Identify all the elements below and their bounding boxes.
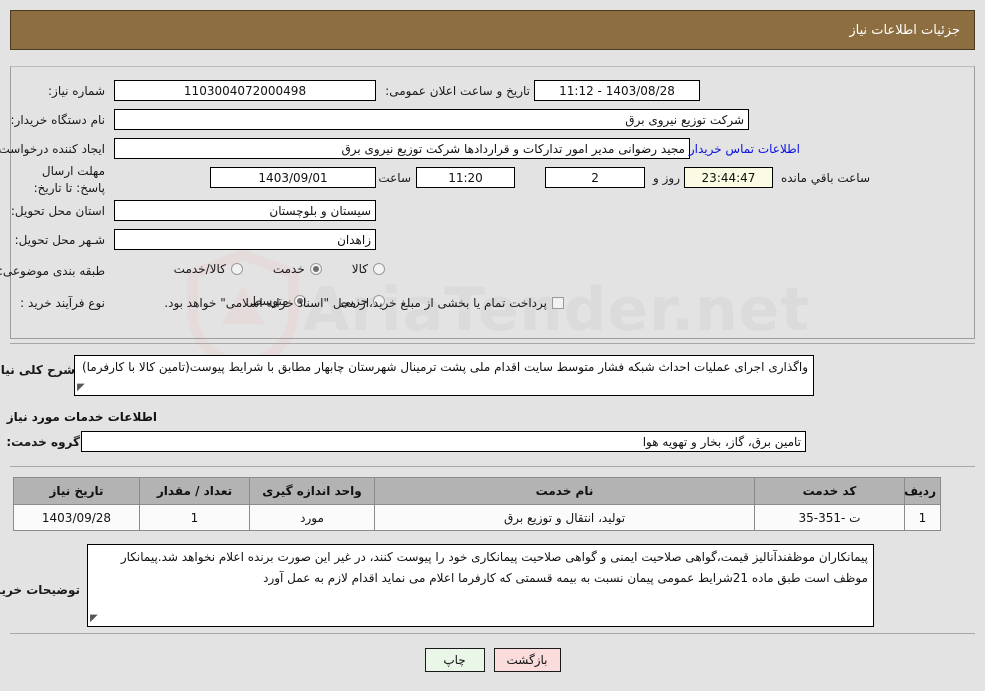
radio-option-kala-label: کالا	[351, 262, 368, 276]
radio-option-kala[interactable]: کالا	[352, 262, 385, 276]
th-index: ردیف	[904, 477, 941, 505]
th-date: تاریخ نیاز	[13, 477, 140, 505]
need-summary-textarea[interactable]: واگذاری اجرای عملیات احداث شبکه فشار متو…	[74, 355, 814, 396]
table-row: 1 ت -351-35 تولید، انتقال و توزیع برق مو…	[13, 504, 941, 531]
buyer-notes-label: توضیحات خریدار:	[0, 583, 80, 597]
radio-kala-khedmat-icon[interactable]	[230, 263, 243, 275]
need-number-label: شماره نیاز:	[48, 84, 105, 98]
services-table-wrap: ردیف کد خدمت نام خدمت واحد اندازه گیری ت…	[13, 477, 941, 531]
delivery-province-label: استان محل تحویل:	[10, 204, 105, 218]
purchase-process-label: نوع فرآیند خرید :	[20, 296, 105, 310]
need-summary-label: شرح کلی نیاز:	[0, 363, 75, 377]
buyer-notes-text: پیمانکاران موظفندآنالیز قیمت،گواهی صلاحی…	[120, 550, 868, 585]
page-root: AriaTender.net جزئیات اطلاعات نیاز شماره…	[0, 0, 985, 691]
need-summary-text: واگذاری اجرای عملیات احداث شبکه فشار متو…	[81, 360, 808, 374]
subject-category-label: طبقه بندی موضوعی:	[0, 264, 105, 278]
services-section-title: اطلاعات خدمات مورد نیاز	[6, 410, 157, 424]
cell-index: 1	[904, 504, 941, 531]
table-header-row: ردیف کد خدمت نام خدمت واحد اندازه گیری ت…	[13, 477, 941, 505]
radio-option-khedmat-label: خدمت	[272, 262, 305, 276]
page-header-bar: جزئیات اطلاعات نیاز	[10, 10, 975, 50]
treasury-docs-checkbox-icon[interactable]	[552, 297, 564, 309]
buyer-org-label: نام دستگاه خریدار:	[10, 113, 106, 127]
th-unit: واحد اندازه گیری	[249, 477, 375, 505]
resize-grip-icon-notes[interactable]: ◥	[90, 613, 102, 625]
cell-unit: مورد	[249, 504, 375, 531]
cell-code: ت -351-35	[754, 504, 905, 531]
th-quantity: تعداد / مقدار	[139, 477, 250, 505]
cell-date: 1403/09/28	[13, 504, 140, 531]
treasury-docs-checkbox-row[interactable]: پرداخت تمام یا بخشی از مبلغ خرید،از محل …	[164, 296, 564, 310]
back-button[interactable]: بازگشت	[493, 648, 561, 672]
radio-option-kala-khedmat-label: کالا/خدمت	[173, 262, 226, 276]
treasury-docs-checkbox-label: پرداخت تمام یا بخشی از مبلغ خرید،از محل …	[164, 296, 547, 310]
cell-name: تولید، انتقال و توزیع برق	[374, 504, 755, 531]
footer-button-row: بازگشت چاپ	[0, 648, 985, 672]
buyer-notes-textarea[interactable]: پیمانکاران موظفندآنالیز قیمت،گواهی صلاحی…	[87, 544, 874, 627]
print-button[interactable]: چاپ	[424, 648, 485, 672]
request-creator-label: ایجاد کننده درخواست:	[0, 142, 105, 156]
radio-option-khedmat[interactable]: خدمت	[273, 262, 322, 276]
resize-grip-icon[interactable]: ◥	[77, 382, 89, 394]
th-code: کد خدمت	[754, 477, 905, 505]
service-group-label: گروه خدمت:	[6, 435, 80, 449]
radio-option-kala-khedmat[interactable]: کالا/خدمت	[174, 262, 243, 276]
deadline-label: مهلت ارسال پاسخ: تا تاریخ:	[33, 164, 105, 195]
radio-khedmat-icon[interactable]	[309, 263, 322, 275]
subject-category-radio-group[interactable]: کالا خدمت کالا/خدمت	[174, 262, 385, 276]
th-name: نام خدمت	[374, 477, 755, 505]
delivery-city-label: شـهر محل تحویل:	[14, 233, 105, 247]
page-title: جزئیات اطلاعات نیاز	[849, 22, 960, 38]
radio-kala-icon[interactable]	[373, 263, 385, 275]
cell-quantity: 1	[139, 504, 250, 531]
services-table: ردیف کد خدمت نام خدمت واحد اندازه گیری ت…	[13, 477, 941, 531]
